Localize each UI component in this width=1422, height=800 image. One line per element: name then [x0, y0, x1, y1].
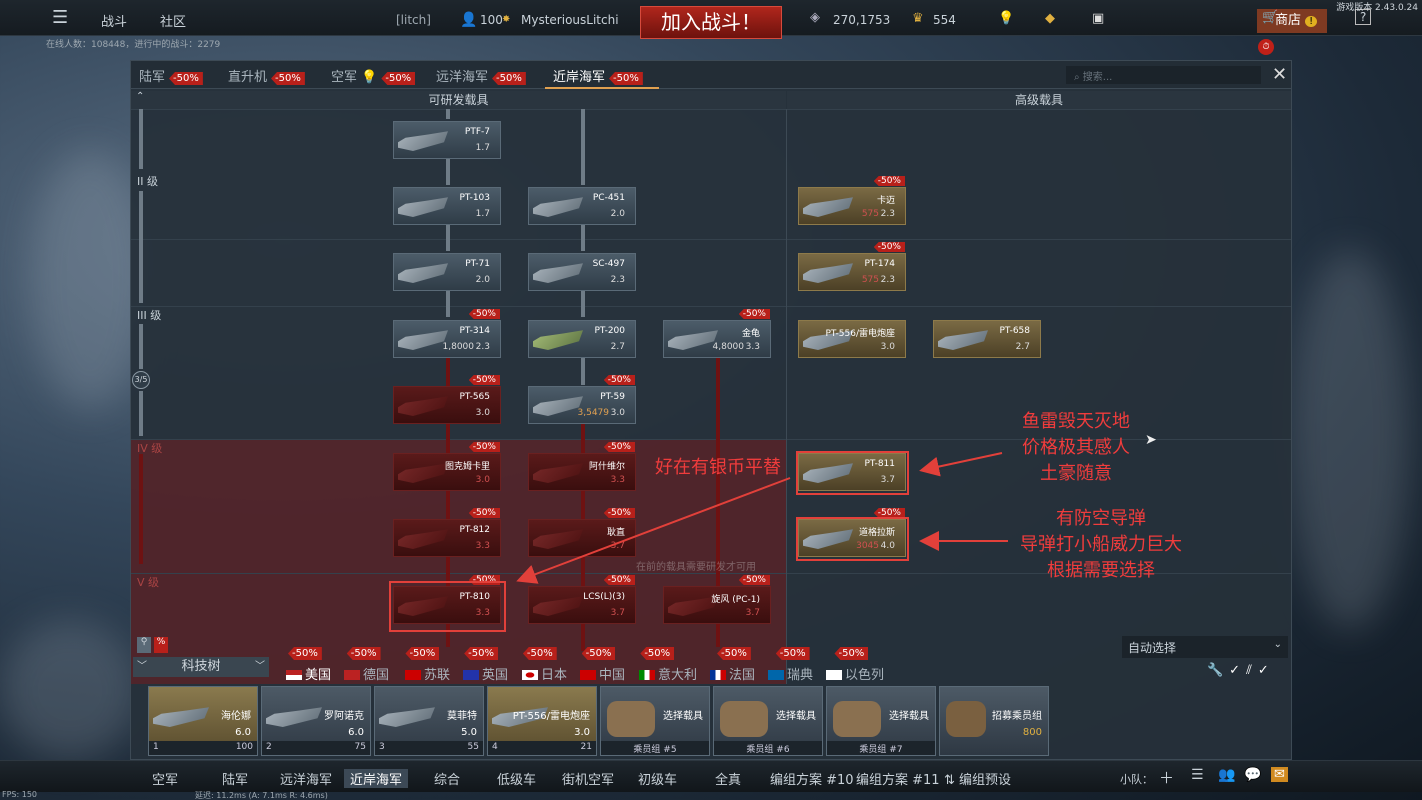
bottom-bar: 空军 陆军 远洋海军 近岸海军 综合 低级车 街机空军 初级车 全真 编组方案 … [0, 760, 1422, 792]
mouse-cursor-icon: ➤ [1145, 432, 1157, 448]
nation-tabs: 美国 德国 苏联 英国 日本 中国 意大利 法国 瑞典 以色列 [130, 660, 1292, 685]
arrow-to-pt811 [919, 452, 1003, 477]
auto-select-dropdown[interactable]: 自动选择 ⌄ [1122, 636, 1288, 658]
nation-discount-row: -50% -50% -50% -50% -50% -50% -50% -50% … [284, 647, 869, 660]
crew-slot-2[interactable]: 罗阿诺克 6.0 2 75 [261, 686, 371, 756]
nation-ussr[interactable]: 苏联 [405, 664, 450, 683]
preset-army[interactable]: 陆军 [222, 769, 248, 788]
nation-germany[interactable]: 德国 [344, 664, 389, 683]
crew-slot-7[interactable]: 选择载具 乘员组 #7 [826, 686, 936, 756]
crew-slot-4[interactable]: PT-556/雷电炮座 3.0 4 21 [487, 686, 597, 756]
nation-sweden[interactable]: 瑞典 [768, 664, 813, 683]
preset-arcade-air[interactable]: 街机空军 [562, 769, 614, 788]
nation-uk[interactable]: 英国 [463, 664, 508, 683]
preset-bluewater[interactable]: 远洋海军 [280, 769, 332, 788]
latency-readout: 延迟: 11.2ms (A: 7.1ms R: 4.6ms) [195, 791, 328, 800]
preset-coastal[interactable]: 近岸海军 [344, 769, 409, 788]
nation-israel[interactable]: 以色列 [826, 664, 884, 683]
preset-realistic[interactable]: 全真 [715, 769, 741, 788]
crew-portrait [946, 701, 986, 737]
preset-11[interactable]: 编组方案 #11 [856, 769, 940, 788]
crew-portrait [607, 701, 655, 737]
nation-china[interactable]: 中国 [580, 664, 625, 683]
preset-10[interactable]: 编组方案 #10 [770, 769, 854, 788]
nation-japan[interactable]: 日本 [522, 664, 567, 683]
repair-tools[interactable]: 🔧✓⫽✓ [1207, 663, 1275, 678]
recruit-crew-slot[interactable]: 招募乘员组 800 [939, 686, 1049, 756]
nation-usa[interactable]: 美国 [286, 664, 331, 683]
annotation-torpedo: 鱼雷毁天灭地 价格极其感人 土豪随意 [1022, 411, 1130, 484]
annotation-missile: 有防空导弹 导弹打小船威力巨大 根据需要选择 [1020, 508, 1182, 581]
preset-starter[interactable]: 初级车 [638, 769, 677, 788]
crew-slot-1[interactable]: 海伦娜 6.0 1 100 [148, 686, 258, 756]
fps-counter: FPS: 150 [2, 790, 38, 799]
crew-portrait [720, 701, 768, 737]
crew-portrait [833, 701, 881, 737]
preset-manage[interactable]: ⇅ 编组预设 [944, 769, 1011, 788]
crew-slot-3[interactable]: 莫菲特 5.0 3 55 [374, 686, 484, 756]
crew-slot-5[interactable]: 选择载具 乘员组 #5 [600, 686, 710, 756]
list-icon[interactable]: ☰ [1191, 767, 1204, 783]
preset-mixed[interactable]: 综合 [434, 769, 460, 788]
friends-icon[interactable]: 👥 [1218, 767, 1235, 783]
preset-low-tier[interactable]: 低级车 [497, 769, 536, 788]
arrow-to-pt810 [516, 477, 791, 584]
annotation-silver: 好在有银币平替 [655, 457, 781, 478]
nation-italy[interactable]: 意大利 [639, 664, 697, 683]
chat-icon[interactable]: 💬 [1244, 767, 1261, 783]
mail-icon[interactable]: ✉ [1271, 767, 1288, 782]
add-squad-icon[interactable]: ＋ [1159, 767, 1174, 788]
preset-aviation[interactable]: 空军 [152, 769, 178, 788]
crew-slot-6[interactable]: 选择载具 乘员组 #6 [713, 686, 823, 756]
squad-label: 小队： [1120, 773, 1153, 786]
nation-france[interactable]: 法国 [710, 664, 755, 683]
